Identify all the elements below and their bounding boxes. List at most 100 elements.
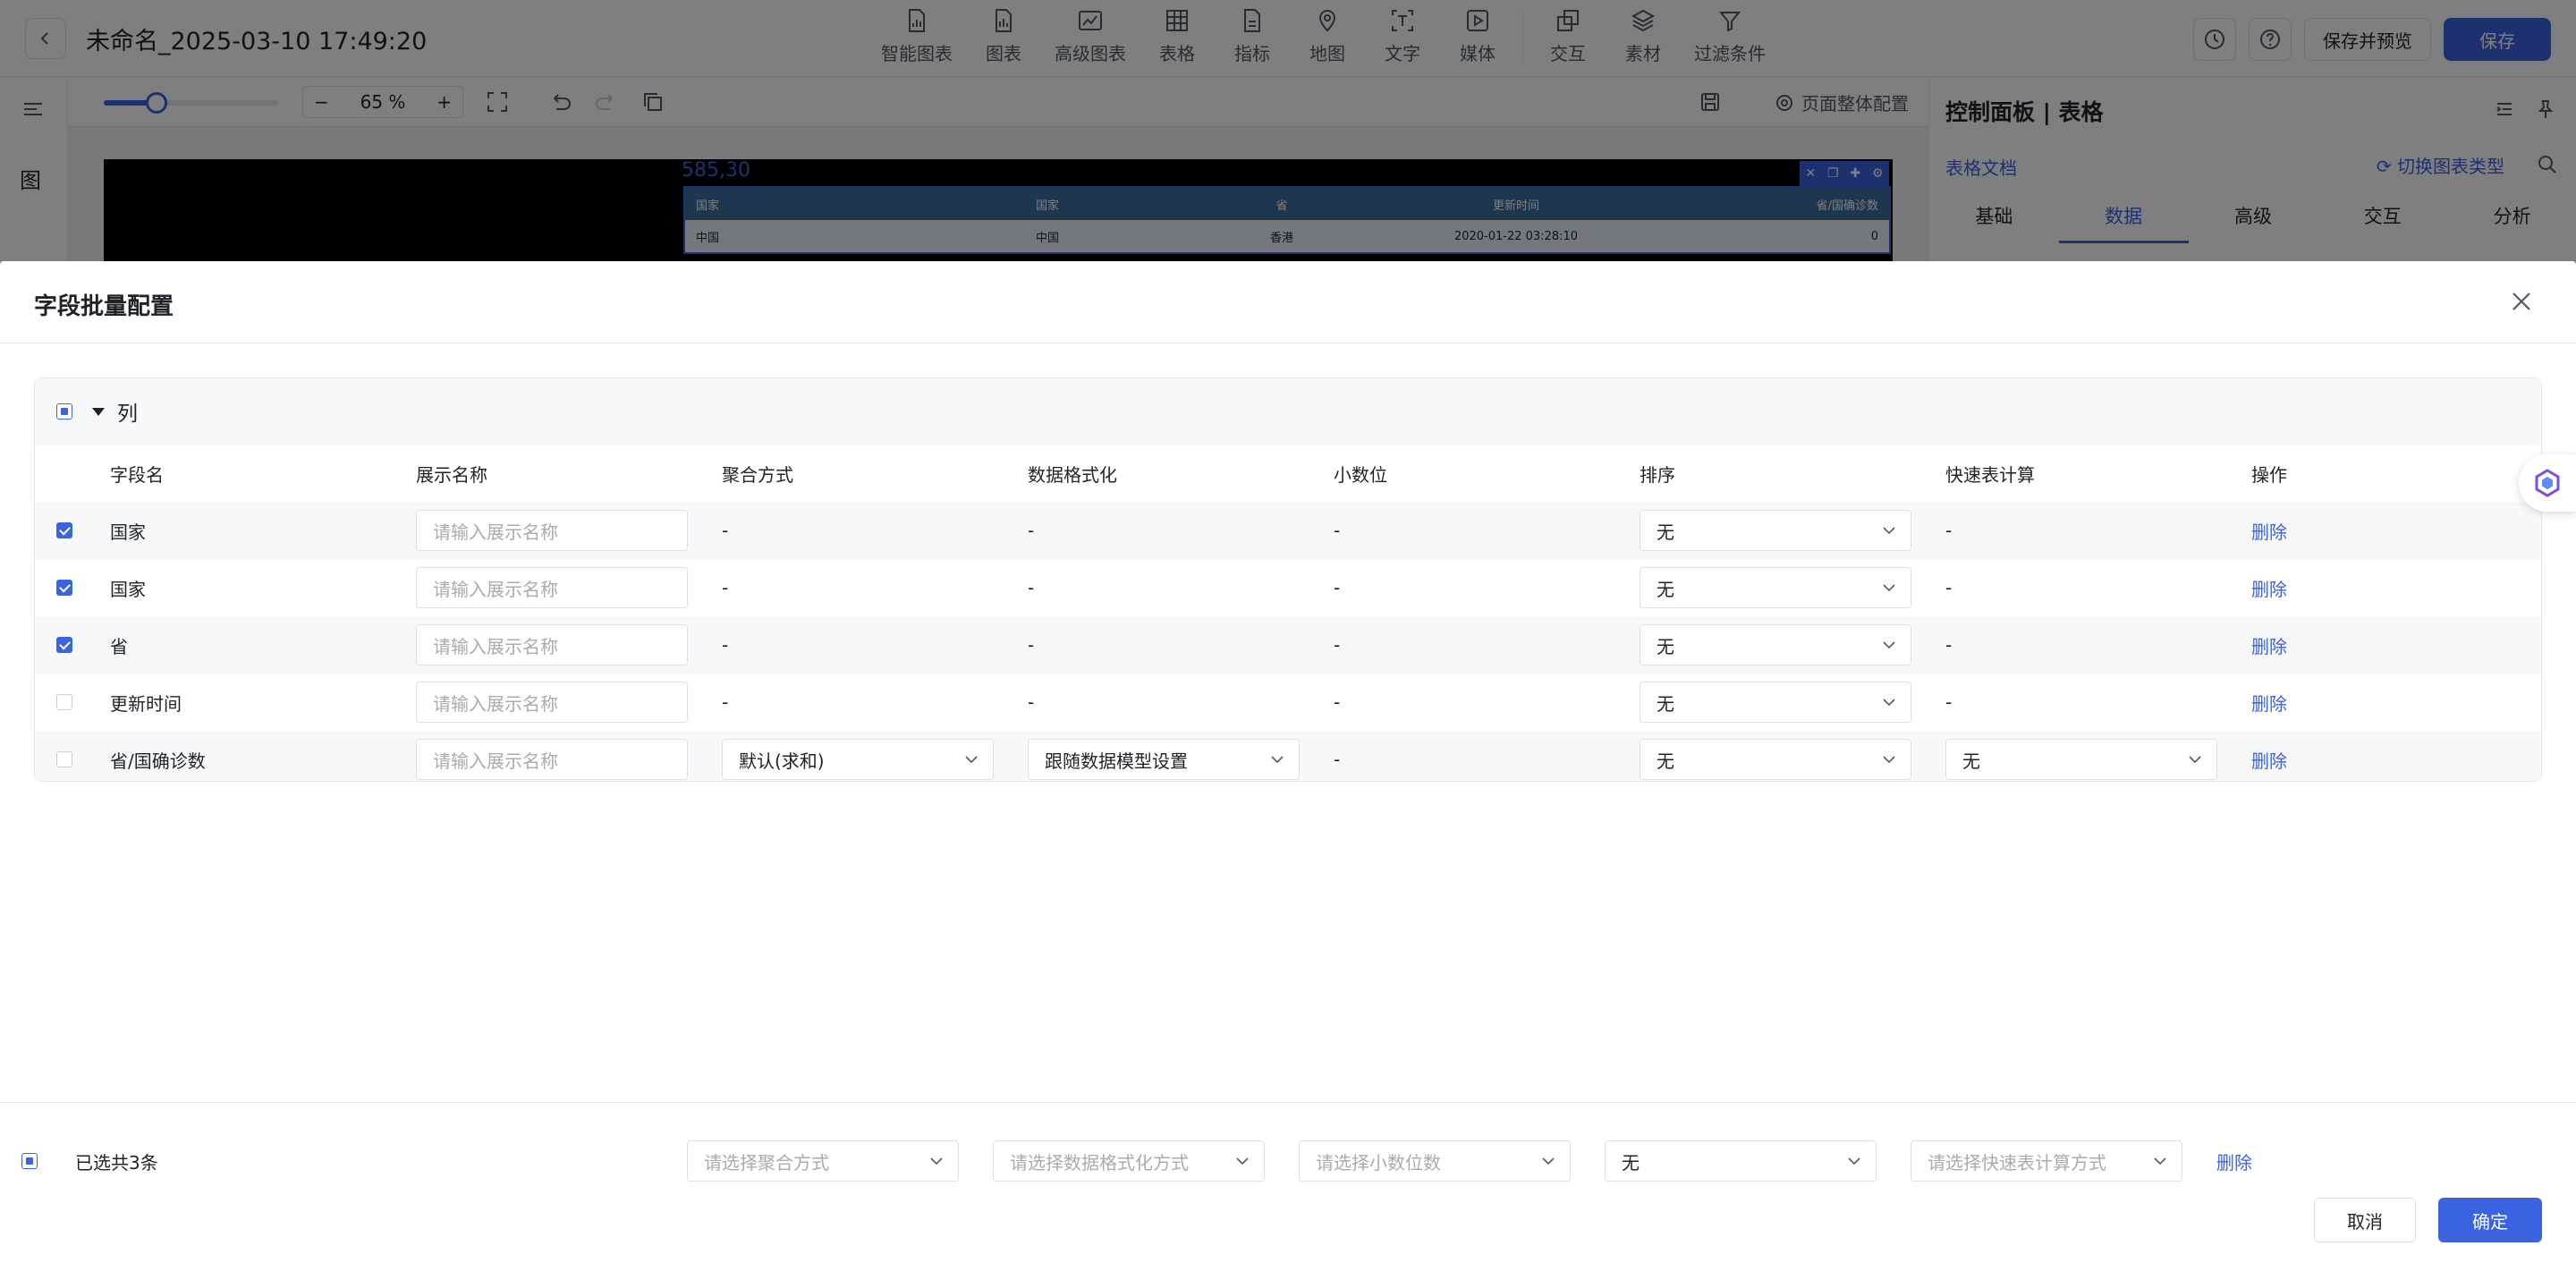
batch-field-config-drawer: 字段批量配置 列 字段名 展示名称 聚合方式 数据格式化 小数位 排序 快速表计… — [0, 261, 2576, 1263]
field-name: 省/国确诊数 — [110, 750, 206, 772]
delete-link[interactable]: 删除 — [2251, 521, 2287, 543]
sort-value: 无 — [1657, 692, 1674, 715]
delete-link[interactable]: 删除 — [2251, 750, 2287, 772]
batch-decimal-select[interactable]: 请选择小数位数 — [1299, 1140, 1571, 1182]
chevron-down-icon — [1883, 756, 1895, 764]
display-name-input[interactable]: 请输入展示名称 — [416, 739, 688, 780]
decimal-value: - — [1334, 520, 1341, 541]
display-name-input[interactable]: 请输入展示名称 — [416, 510, 688, 551]
row-checkbox[interactable] — [56, 694, 72, 710]
assistant-float-button[interactable] — [2519, 454, 2576, 512]
column-header: 排序 — [1640, 463, 1675, 486]
section-header: 列 — [35, 378, 2541, 445]
column-header: 展示名称 — [416, 463, 487, 486]
chevron-down-icon — [2189, 756, 2201, 764]
chevron-down-icon — [930, 1157, 943, 1166]
field-name: 国家 — [110, 521, 146, 543]
batch-format-select[interactable]: 请选择数据格式化方式 — [993, 1140, 1265, 1182]
sort-select[interactable]: 无 — [1640, 682, 1911, 723]
chevron-down-icon — [1848, 1157, 1860, 1166]
column-header: 快速表计算 — [1945, 463, 2035, 486]
field-name: 更新时间 — [110, 692, 182, 715]
chevron-down-icon — [1883, 527, 1895, 535]
row-checkbox[interactable] — [56, 522, 72, 538]
column-header: 字段名 — [110, 463, 164, 486]
drawer-title: 字段批量配置 — [34, 293, 174, 320]
selected-checkbox[interactable] — [21, 1153, 38, 1169]
decimal-value: - — [1334, 634, 1341, 656]
chevron-down-icon — [1542, 1157, 1555, 1166]
batch-delete-link[interactable]: 删除 — [2216, 1152, 2252, 1174]
batch-quick-calc-placeholder: 请选择快速表计算方式 — [1928, 1151, 2106, 1174]
decimal-value: - — [1334, 691, 1341, 713]
batch-sort-select[interactable]: 无 — [1605, 1140, 1877, 1182]
format-value: - — [1028, 577, 1035, 598]
quick-calc-value: - — [1945, 691, 1953, 713]
table-row: 省/国确诊数 请输入展示名称 默认(求和) 跟随数据模型设置 - 无 无 删除 — [35, 731, 2541, 781]
decimal-value: - — [1334, 749, 1341, 770]
sort-value: 无 — [1657, 578, 1674, 600]
table-row: 国家 请输入展示名称 - - - 无 - 删除 — [35, 502, 2541, 559]
close-icon[interactable] — [2508, 288, 2535, 315]
sort-select[interactable]: 无 — [1640, 624, 1911, 665]
agg-value: 默认(求和) — [739, 750, 825, 772]
batch-agg-placeholder: 请选择聚合方式 — [704, 1151, 829, 1174]
row-checkbox[interactable] — [56, 637, 72, 653]
chevron-down-icon — [1883, 584, 1895, 592]
column-header: 聚合方式 — [722, 463, 793, 486]
row-checkbox[interactable] — [56, 751, 72, 767]
agg-select[interactable]: 默认(求和) — [722, 739, 994, 780]
sort-select[interactable]: 无 — [1640, 510, 1911, 551]
sort-select[interactable]: 无 — [1640, 567, 1911, 608]
batch-decimal-placeholder: 请选择小数位数 — [1316, 1151, 1441, 1174]
sort-value: 无 — [1657, 750, 1674, 772]
format-value: - — [1028, 691, 1035, 713]
row-checkbox[interactable] — [56, 580, 72, 596]
batch-quick-calc-select[interactable]: 请选择快速表计算方式 — [1911, 1140, 2182, 1182]
caret-down-icon[interactable] — [92, 407, 105, 416]
decimal-value: - — [1334, 577, 1341, 598]
quick-calc-value: 无 — [1962, 750, 1980, 772]
quick-calc-value: - — [1945, 577, 1953, 598]
confirm-button[interactable]: 确定 — [2438, 1198, 2542, 1242]
format-value: - — [1028, 634, 1035, 656]
batch-sort-value: 无 — [1622, 1151, 1640, 1174]
agg-value: - — [722, 691, 729, 713]
batch-agg-select[interactable]: 请选择聚合方式 — [687, 1140, 959, 1182]
delete-link[interactable]: 删除 — [2251, 636, 2287, 657]
display-name-input[interactable]: 请输入展示名称 — [416, 567, 688, 608]
format-value: - — [1028, 520, 1035, 541]
table-row: 国家 请输入展示名称 - - - 无 - 删除 — [35, 559, 2541, 616]
agg-value: - — [722, 577, 729, 598]
delete-link[interactable]: 删除 — [2251, 693, 2287, 715]
table-row: 省 请输入展示名称 - - - 无 - 删除 — [35, 616, 2541, 674]
chevron-down-icon — [2154, 1157, 2166, 1166]
sort-value: 无 — [1657, 521, 1674, 543]
quick-calc-select[interactable]: 无 — [1945, 739, 2217, 780]
select-all-checkbox[interactable] — [56, 403, 72, 420]
display-name-input[interactable]: 请输入展示名称 — [416, 624, 688, 665]
table-header-row: 字段名 展示名称 聚合方式 数据格式化 小数位 排序 快速表计算 操作 — [35, 445, 2541, 502]
format-value: 跟随数据模型设置 — [1045, 750, 1188, 772]
field-name: 省 — [110, 635, 128, 657]
column-header: 小数位 — [1334, 463, 1387, 486]
agg-value: - — [722, 520, 729, 541]
format-select[interactable]: 跟随数据模型设置 — [1028, 739, 1300, 780]
sort-select[interactable]: 无 — [1640, 739, 1911, 780]
chevron-down-icon — [1271, 756, 1284, 764]
drawer-header: 字段批量配置 — [0, 261, 2576, 343]
batch-edit-row: 已选共3条 请选择聚合方式 请选择数据格式化方式 请选择小数位数 无 请选择快速… — [0, 1139, 2576, 1183]
quick-calc-value: - — [1945, 634, 1953, 656]
delete-link[interactable]: 删除 — [2251, 579, 2287, 600]
field-rows: 国家 请输入展示名称 - - - 无 - 删除 国家 请输入展示名称 - - - 无 - 删除省请输入展示名称… — [35, 502, 2541, 781]
drawer-footer: 已选共3条 请选择聚合方式 请选择数据格式化方式 请选择小数位数 无 请选择快速… — [0, 1102, 2576, 1263]
field-name: 国家 — [110, 578, 146, 600]
assistant-logo-icon — [2535, 469, 2560, 497]
column-header: 数据格式化 — [1028, 463, 1117, 486]
chevron-down-icon — [1883, 641, 1895, 649]
section-title: 列 — [117, 403, 138, 426]
display-name-input[interactable]: 请输入展示名称 — [416, 682, 688, 723]
cancel-button[interactable]: 取消 — [2314, 1198, 2416, 1242]
selected-count: 已选共3条 — [75, 1151, 158, 1174]
columns-section: 列 字段名 展示名称 聚合方式 数据格式化 小数位 排序 快速表计算 操作 国家… — [34, 377, 2542, 782]
